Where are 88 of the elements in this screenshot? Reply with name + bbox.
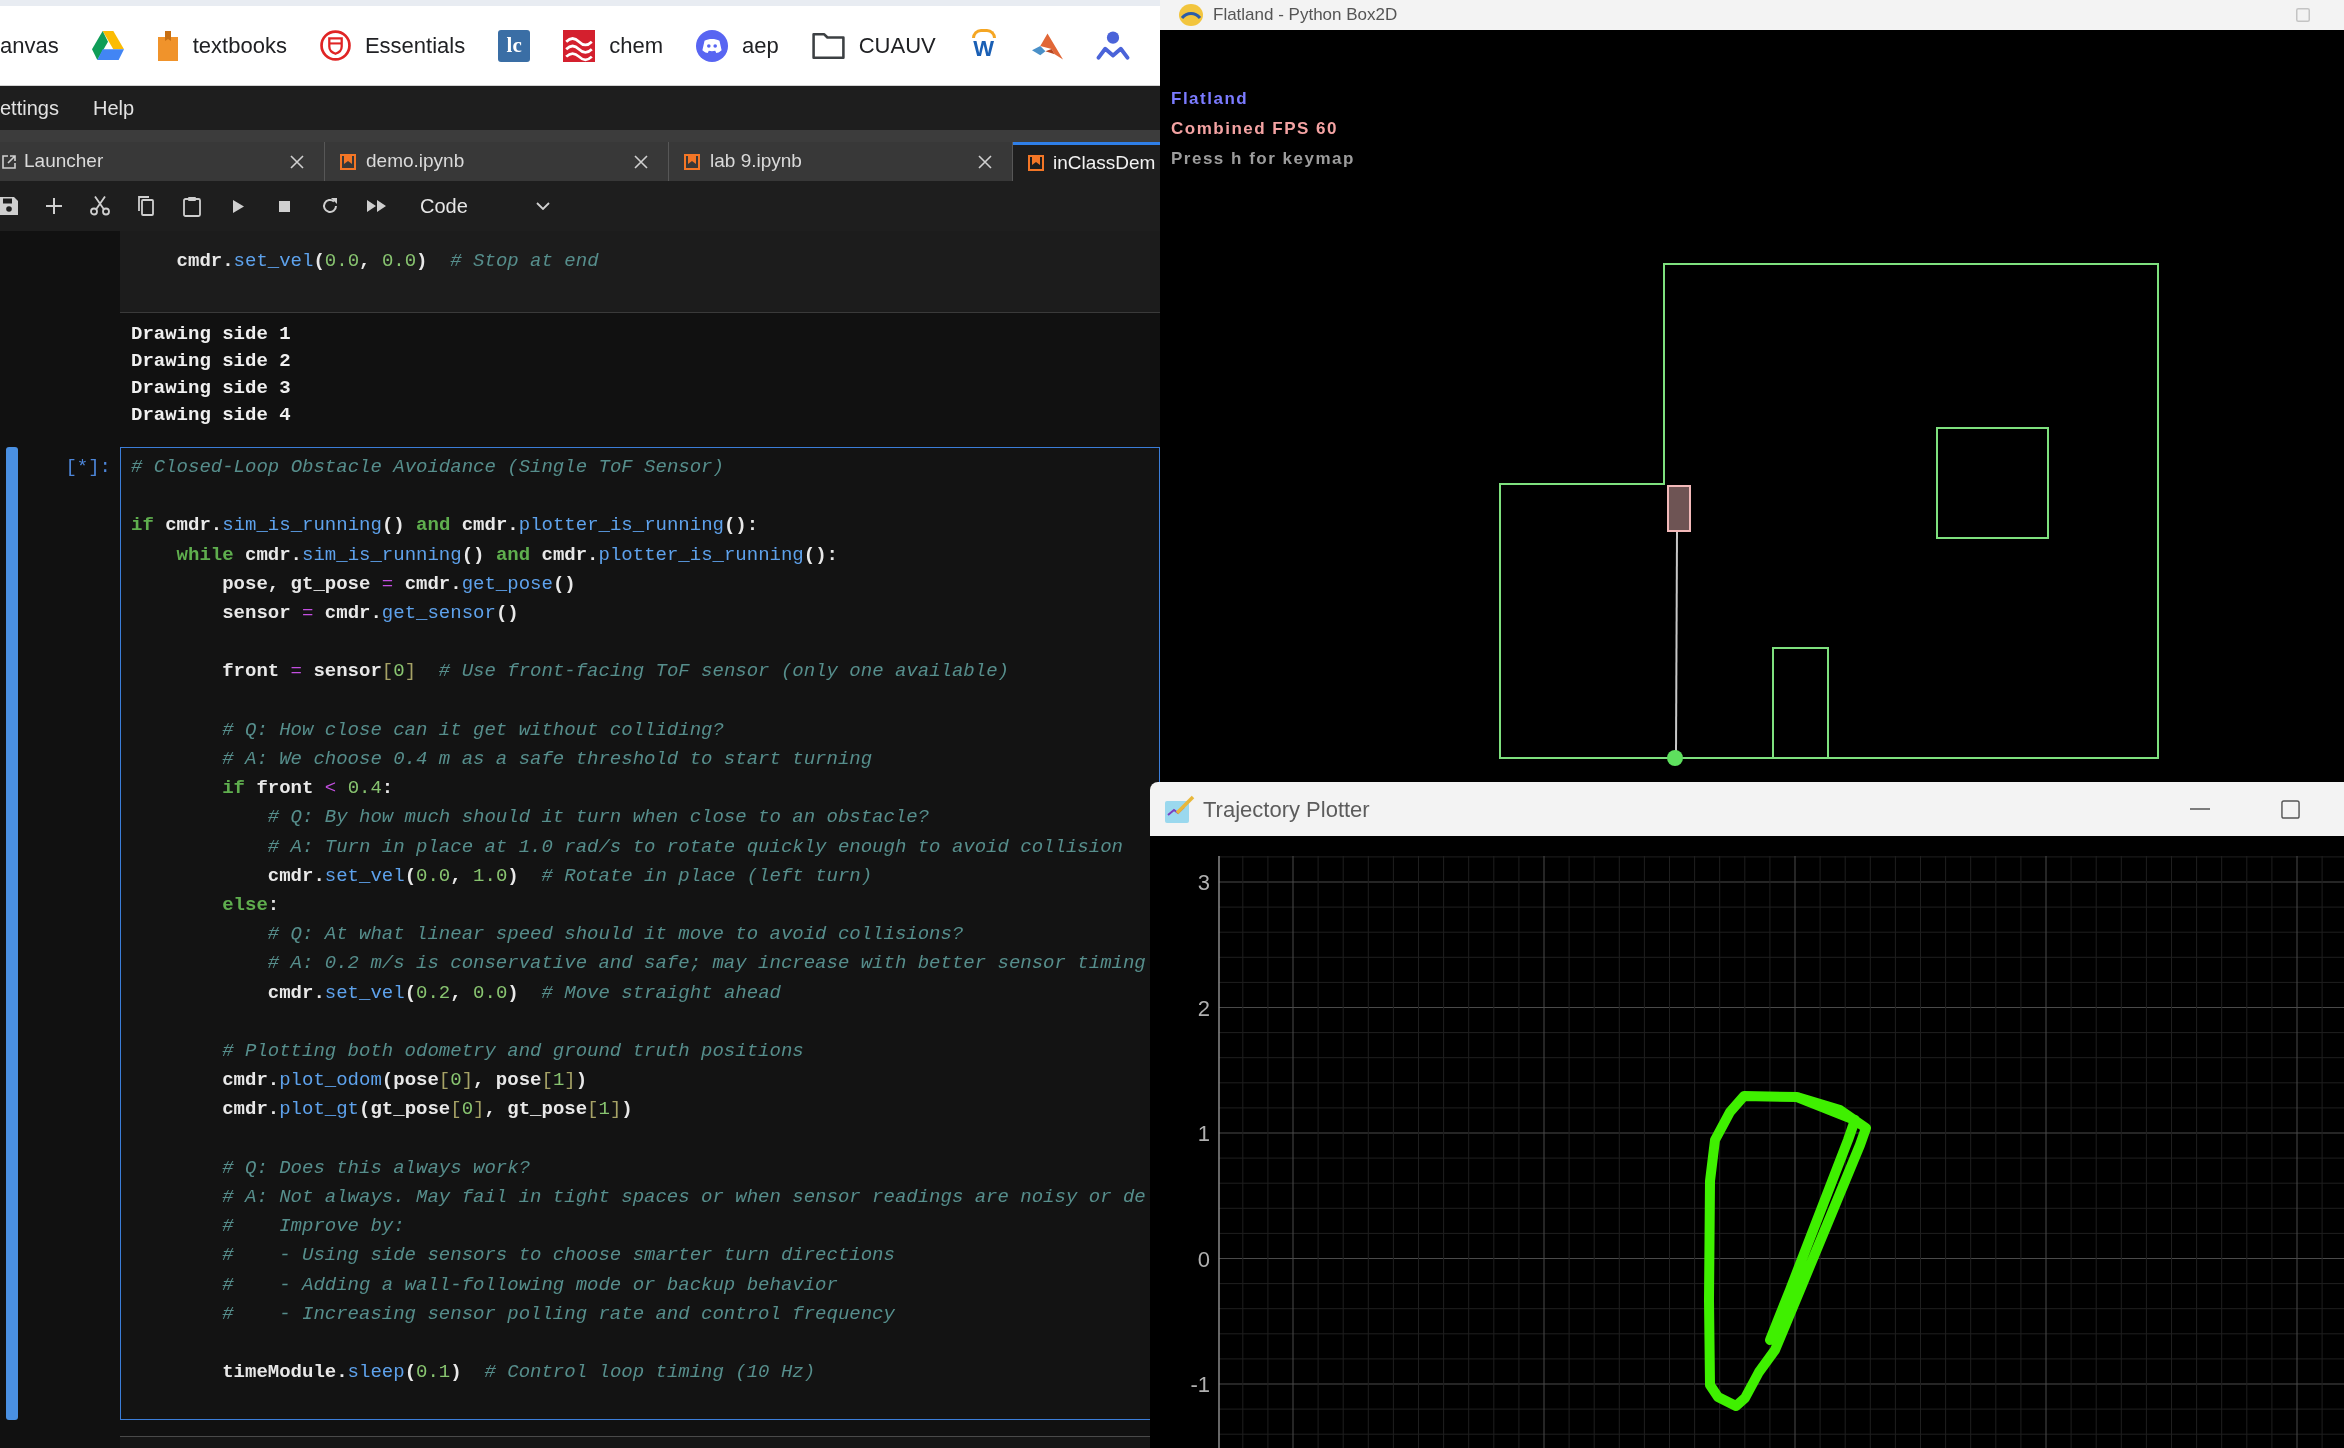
app-icon <box>1165 795 1195 823</box>
caret-icon <box>536 202 550 210</box>
code-line: front = sensor[0] # Use front-facing ToF sensor (only one available) <box>222 659 1009 685</box>
menu-item[interactable]: ettings <box>0 93 59 123</box>
peak-logo-icon[interactable] <box>1031 31 1063 60</box>
y-tick-label: 1 <box>1197 1121 1210 1146</box>
hud-text: Combined FPS 60 <box>1171 118 1339 140</box>
cell-type-dropdown[interactable]: Code <box>420 189 550 223</box>
bookmark-logo[interactable]: lc <box>498 29 531 62</box>
cell-collapser-bar[interactable] <box>6 447 18 1421</box>
maximize-icon[interactable] <box>2281 799 2300 819</box>
notebook-icon <box>684 153 700 170</box>
bookmark-link[interactable]: textbooks <box>156 29 287 62</box>
code-line: # - Increasing sensor polling rate and control frequency <box>222 1301 895 1327</box>
output-line: Drawing side 2 <box>131 349 291 374</box>
bookmark-link[interactable]: chem <box>563 29 663 62</box>
folder-icon <box>811 31 845 60</box>
code-line: # - Using side sensors to choose smarter turn directions <box>222 1243 895 1269</box>
bookmark-link[interactable]: aep <box>695 29 779 62</box>
save-icon[interactable] <box>0 197 18 215</box>
code-line: # A: We choose 0.4 m as a safe threshold to start turning <box>222 747 873 772</box>
code-line: # A: Not always. May fail in tight spaces or when sensor readings are noisy or de <box>222 1185 1146 1210</box>
close-icon[interactable] <box>634 154 648 169</box>
code-line: # Q: At what linear speed should it move to avoid collisions? <box>267 922 964 948</box>
execution-prompt: [*]: <box>65 455 111 480</box>
y-tick-label: -1 <box>1190 1372 1210 1397</box>
restart-icon[interactable] <box>321 197 339 215</box>
code-line: cmdr.plot_gt(gt_pose[0], gt_pose[1]) <box>222 1097 633 1123</box>
play-icon[interactable] <box>232 199 244 213</box>
plus-icon[interactable] <box>46 198 62 214</box>
tab[interactable]: demo.ipynb <box>325 142 669 181</box>
app-icon <box>1179 4 1203 26</box>
bookmark-tag-icon <box>156 30 179 61</box>
code-line: cmdr.set_vel(0.2, 0.0) # Move straight ahead <box>267 980 781 1006</box>
bookmark-link[interactable]: CUAUV <box>811 29 936 62</box>
copy-icon[interactable] <box>138 196 154 216</box>
code-line: # Q: How close can it get without colliding? <box>222 717 724 743</box>
code-line: sensor = cmdr.get_sensor() <box>222 601 519 626</box>
code-line: cmdr.set_vel(0.0, 0.0) # Stop at end <box>176 249 599 274</box>
fast-forward-icon[interactable] <box>366 200 386 212</box>
tab[interactable]: Launcher <box>0 142 325 181</box>
code-line: # Q: By how much should it turn when close to an obstacle? <box>267 805 930 831</box>
bookmark-link[interactable]: anvas <box>0 29 59 62</box>
stop-icon[interactable] <box>278 200 290 212</box>
y-tick-label: 2 <box>1197 995 1210 1021</box>
tab[interactable]: inClassDem <box>1013 142 1160 181</box>
code-line: while cmdr.sim_is_running() and cmdr.plotter_is_running(): <box>176 542 838 568</box>
hud-text: Press h for keymap <box>1171 148 1355 170</box>
window-title: Trajectory Plotter <box>1203 795 1370 824</box>
tab[interactable]: lab 9.ipynb <box>669 142 1013 181</box>
launch-icon <box>2 154 16 169</box>
code-line: # Improve by: <box>222 1214 405 1240</box>
code-line: # A: 0.2 m/s is conservative and safe; may increase with better sensor timing <box>267 951 1146 977</box>
window-title: Flatland - Python Box2D <box>1213 4 1398 27</box>
clipboard-icon[interactable] <box>183 195 201 217</box>
notebook-icon <box>340 153 356 170</box>
output-line: Drawing side 3 <box>131 376 291 401</box>
robot <box>1667 485 1691 532</box>
code-line: timeModule.sleep(0.1) # Control loop timing (10 Hz) <box>222 1360 816 1386</box>
y-tick-label: 0 <box>1197 1246 1210 1272</box>
code-line: pose, gt_pose = cmdr.get_pose() <box>222 571 576 597</box>
code-line: # Closed-Loop Obstacle Avoidance (Single ToF Sensor) <box>131 455 724 480</box>
output-line: Drawing side 4 <box>131 403 291 428</box>
close-icon[interactable] <box>290 154 304 169</box>
code-line: # Q: Does this always work? <box>222 1155 531 1181</box>
hud-text: Flatland <box>1171 88 1249 110</box>
bookmark-link[interactable]: Essentials <box>319 29 466 62</box>
position-dot-icon <box>1667 750 1683 766</box>
output-line: Drawing side 1 <box>131 322 291 347</box>
wave-logo-icon <box>563 29 596 62</box>
people-icon[interactable] <box>1095 30 1130 61</box>
code-line: cmdr.plot_odom(pose[0], pose[1]) <box>222 1068 588 1094</box>
code-line: # - Adding a wall-following mode or backup behavior <box>222 1272 838 1298</box>
triangle-logo-icon[interactable] <box>91 31 124 60</box>
controller-icon <box>695 29 728 62</box>
close-icon[interactable] <box>978 154 992 169</box>
code-line: # A: Turn in place at 1.0 rad/s to rotate quickly enough to avoid collision <box>267 834 1123 860</box>
code-line: if front < 0.4: <box>222 776 394 802</box>
code-line: else: <box>222 893 280 918</box>
notebook-icon <box>1028 155 1044 171</box>
y-tick-label: 3 <box>1197 870 1210 895</box>
shield-icon <box>319 30 351 61</box>
menu-item[interactable]: Help <box>92 93 135 123</box>
code-line: cmdr.set_vel(0.0, 1.0) # Rotate in place (left turn) <box>267 863 873 889</box>
scissors-icon[interactable] <box>90 196 110 216</box>
code-line: # Plotting both odometry and ground truth positions <box>222 1039 804 1064</box>
bookmark-logo[interactable]: W <box>968 28 999 63</box>
code-line: if cmdr.sim_is_running() and cmdr.plotter_is_running(): <box>131 513 759 539</box>
